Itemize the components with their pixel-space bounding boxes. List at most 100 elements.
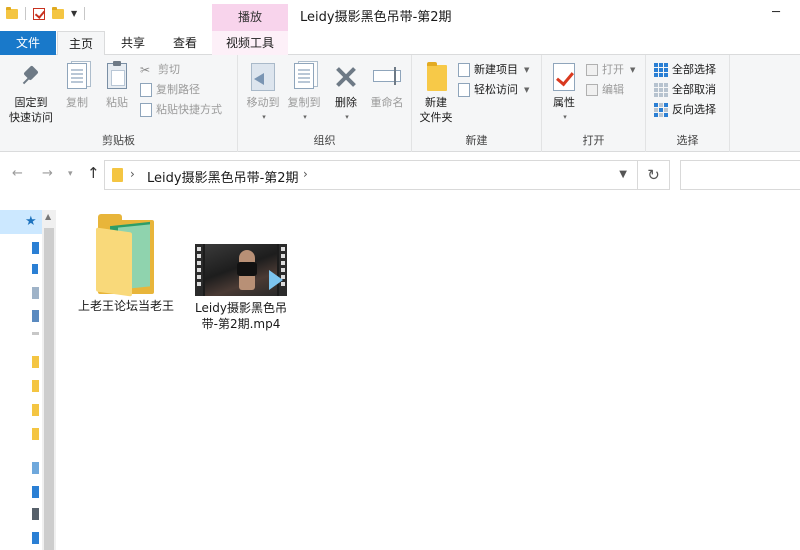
- folder-nav-icon[interactable]: [32, 356, 39, 368]
- scroll-up-icon[interactable]: ▲: [45, 212, 51, 221]
- move-to-label: 移动到: [246, 96, 280, 109]
- folder-icon: [6, 6, 18, 19]
- ribbon: 固定到 快速访问 复制 粘贴 ✂ 剪切 复制路径 粘贴快捷方式 剪贴板 移动到: [0, 55, 800, 152]
- clipboard-group-label: 剪贴板: [102, 134, 135, 147]
- paste-shortcut-icon: [140, 103, 152, 117]
- copy-path-label: 复制路径: [156, 83, 200, 96]
- navigation-pane: ★ ▲: [0, 210, 58, 550]
- tab-file[interactable]: 文件: [0, 31, 56, 55]
- folder-item[interactable]: 上老王论坛当老王: [76, 212, 176, 314]
- new-item-button[interactable]: 新建项目 ▼: [458, 61, 529, 79]
- quick-access-nav-item[interactable]: ★: [0, 210, 42, 234]
- new-item-label: 新建项目: [474, 63, 518, 76]
- tab-view[interactable]: 查看: [160, 31, 210, 55]
- open-icon: [586, 64, 598, 76]
- properties-dropdown-icon: ▾: [563, 113, 567, 121]
- recent-locations-chevron-icon[interactable]: ▾: [68, 169, 73, 179]
- address-history-dropdown-icon[interactable]: ▼: [619, 169, 627, 180]
- refresh-icon[interactable]: ↻: [638, 160, 670, 190]
- paste-label: 粘贴: [106, 96, 128, 109]
- select-group-label: 选择: [676, 134, 699, 147]
- copy-button[interactable]: 复制: [60, 61, 94, 110]
- documents-nav-icon[interactable]: [32, 287, 39, 299]
- paste-shortcut-button[interactable]: 粘贴快捷方式: [140, 101, 222, 119]
- paste-button[interactable]: 粘贴: [100, 61, 134, 110]
- navigation-scrollbar[interactable]: ▲: [42, 210, 56, 550]
- breadcrumb-current-folder[interactable]: Leidy摄影黑色吊带-第2期: [147, 167, 299, 186]
- select-none-button[interactable]: 全部取消: [654, 81, 716, 99]
- open-label: 打开: [602, 63, 624, 76]
- address-folder-icon: [112, 168, 123, 182]
- properties-button[interactable]: 属性 ▾: [546, 61, 582, 125]
- scrollbar-thumb[interactable]: [44, 228, 54, 550]
- cut-button[interactable]: ✂ 剪切: [140, 61, 180, 79]
- copy-to-dropdown-icon: ▾: [303, 113, 307, 121]
- address-bar[interactable]: › Leidy摄影黑色吊带-第2期 › ▼: [104, 160, 638, 190]
- select-group: 全部选择 全部取消 反向选择 选择: [646, 55, 730, 152]
- ribbon-tabs: 文件 主页 共享 查看 视频工具: [0, 31, 800, 56]
- new-folder-qat-icon[interactable]: [52, 6, 64, 19]
- new-group-label: 新建: [465, 134, 488, 147]
- pin-to-quick-access-button[interactable]: 固定到 快速访问: [6, 61, 56, 125]
- tab-share[interactable]: 共享: [108, 31, 158, 55]
- select-all-label: 全部选择: [672, 63, 716, 76]
- easy-access-button[interactable]: 轻松访问 ▼: [458, 81, 529, 99]
- rename-button[interactable]: 重命名: [366, 61, 408, 110]
- edit-button[interactable]: 编辑: [586, 81, 624, 99]
- nav-separator: [32, 332, 39, 335]
- desktop-nav-icon[interactable]: [32, 242, 39, 254]
- delete-label: 删除: [335, 96, 357, 109]
- copy-to-button[interactable]: 复制到 ▾: [284, 61, 324, 125]
- properties-label: 属性: [553, 96, 575, 109]
- downloads-nav-icon[interactable]: [32, 264, 38, 274]
- properties-icon: [548, 61, 580, 93]
- edit-icon: [586, 84, 598, 96]
- invert-selection-button[interactable]: 反向选择: [654, 101, 716, 119]
- tab-video-tools[interactable]: 视频工具: [212, 31, 288, 55]
- move-to-button[interactable]: 移动到 ▾: [242, 61, 284, 125]
- invert-selection-icon: [654, 103, 668, 117]
- cut-label: 剪切: [158, 63, 180, 76]
- video-file-item[interactable]: Leidy摄影黑色吊带-第2期.mp4: [191, 244, 291, 332]
- paste-shortcut-label: 粘贴快捷方式: [156, 103, 222, 116]
- forward-arrow-icon[interactable]: →: [42, 166, 53, 181]
- open-group-label: 打开: [582, 134, 605, 147]
- move-to-dropdown-icon: ▾: [262, 113, 266, 121]
- minimize-icon[interactable]: ─: [766, 4, 786, 22]
- video-file-name: Leidy摄影黑色吊带-第2期.mp4: [195, 301, 287, 331]
- tab-home[interactable]: 主页: [57, 31, 105, 56]
- play-icon: [269, 270, 283, 290]
- delete-x-icon: [330, 61, 362, 93]
- new-item-dropdown-icon: ▼: [524, 66, 530, 74]
- folder-nav-icon[interactable]: [32, 380, 39, 392]
- scissors-icon: ✂: [140, 63, 151, 77]
- open-dropdown-icon: ▼: [630, 66, 636, 74]
- copy-path-button[interactable]: 复制路径: [140, 81, 200, 99]
- breadcrumb-chevron-icon[interactable]: ›: [130, 167, 135, 181]
- drive-nav-icon[interactable]: [32, 532, 39, 544]
- back-arrow-icon[interactable]: ←: [12, 166, 23, 181]
- qat-separator: [25, 7, 26, 20]
- folder-nav-icon[interactable]: [32, 428, 39, 440]
- folder-nav-icon[interactable]: [32, 404, 39, 416]
- breadcrumb-chevron-icon[interactable]: ›: [303, 167, 308, 181]
- select-none-label: 全部取消: [672, 83, 716, 96]
- qat-dropdown-icon[interactable]: ▼: [71, 9, 77, 18]
- organize-group: 移动到 ▾ 复制到 ▾ 删除 ▾ 重命名 组织: [238, 55, 412, 152]
- search-input[interactable]: [680, 160, 800, 190]
- title-bar: ▼ 播放 Leidy摄影黑色吊带-第2期 ─: [0, 0, 800, 31]
- up-arrow-icon[interactable]: ↑: [87, 164, 100, 182]
- copy-icon: [61, 61, 93, 93]
- videos-nav-icon[interactable]: [32, 508, 39, 520]
- edit-label: 编辑: [602, 83, 624, 96]
- select-all-button[interactable]: 全部选择: [654, 61, 716, 79]
- onedrive-nav-icon[interactable]: [32, 462, 39, 474]
- new-folder-button[interactable]: 新建 文件夹: [416, 61, 456, 125]
- pictures-nav-icon[interactable]: [32, 310, 39, 322]
- select-all-icon: [654, 63, 668, 77]
- open-button[interactable]: 打开 ▼: [586, 61, 635, 79]
- context-tab-play[interactable]: 播放: [212, 4, 288, 31]
- delete-button[interactable]: 删除 ▾: [330, 61, 362, 125]
- this-pc-nav-icon[interactable]: [32, 486, 39, 498]
- properties-check-icon[interactable]: [33, 7, 45, 20]
